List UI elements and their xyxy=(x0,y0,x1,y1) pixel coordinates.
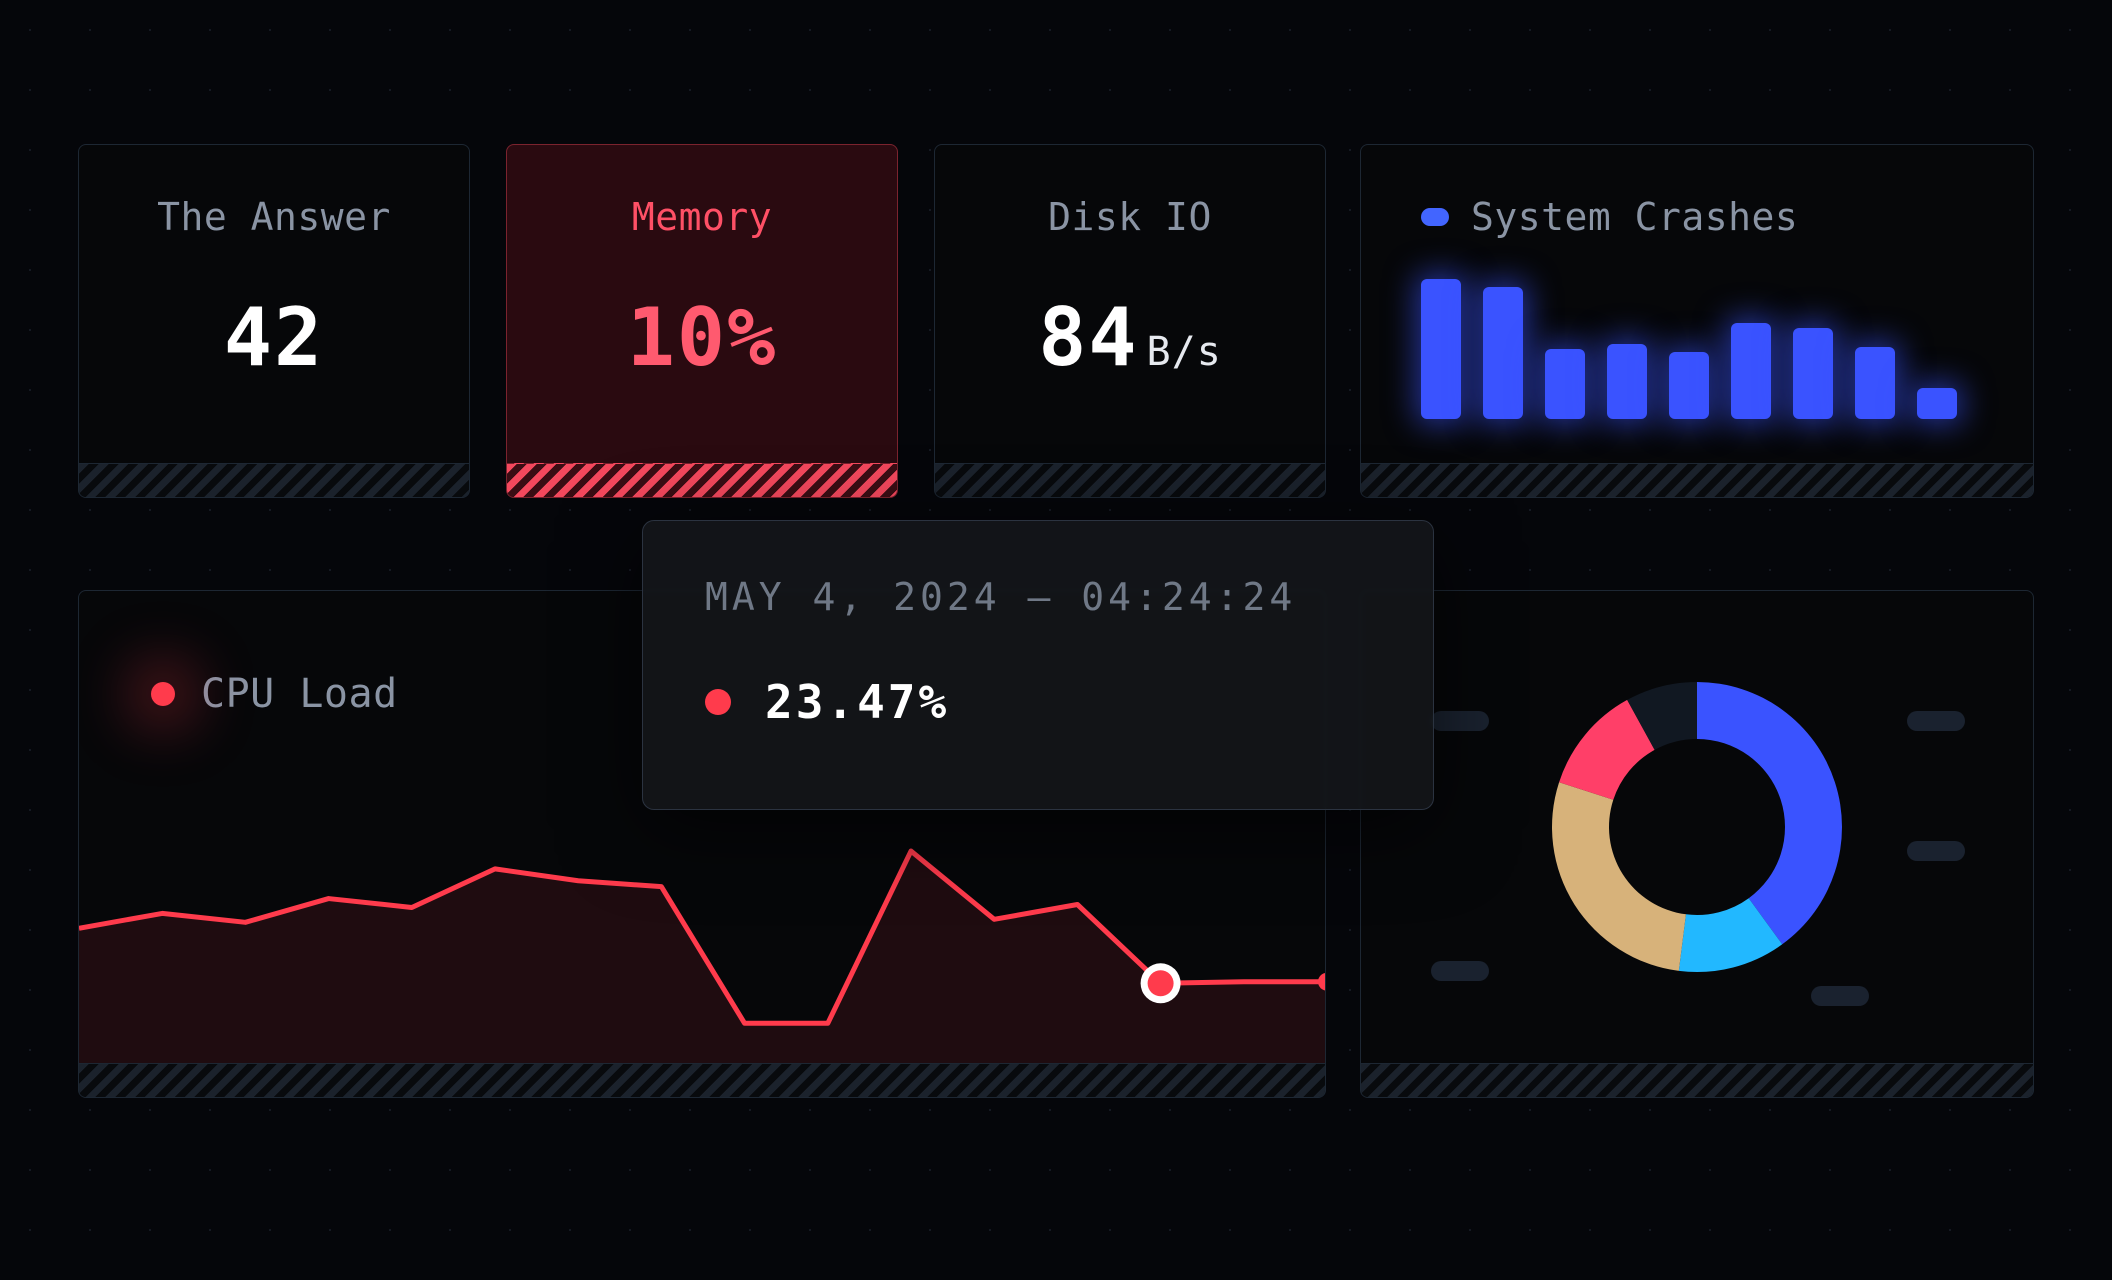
card-footer-stripe xyxy=(1361,1063,2033,1097)
stat-title: Disk IO xyxy=(935,195,1325,239)
stat-card-memory[interactable]: Memory 10% xyxy=(506,144,898,498)
chart-title: System Crashes xyxy=(1471,195,1798,239)
bar xyxy=(1731,323,1771,419)
stat-title: Memory xyxy=(507,195,897,239)
chart-card-system-crashes[interactable]: System Crashes xyxy=(1360,144,2034,498)
donut-chart xyxy=(1532,662,1862,992)
card-footer-stripe xyxy=(1361,463,2033,497)
stat-card-diskio[interactable]: Disk IO 84B/s xyxy=(934,144,1326,498)
stat-number: 84 xyxy=(1038,291,1138,384)
bar xyxy=(1483,287,1523,419)
card-footer-stripe xyxy=(935,463,1325,497)
card-footer-stripe xyxy=(507,463,897,497)
legend-pill xyxy=(1431,961,1489,981)
card-footer-stripe xyxy=(79,1063,1325,1097)
legend-pill xyxy=(1907,841,1965,861)
chart-tooltip: MAY 4, 2024 — 04:24:24 23.47% xyxy=(642,520,1434,810)
legend-pill xyxy=(1431,711,1489,731)
stat-unit: B/s xyxy=(1147,329,1222,375)
legend-pill xyxy=(1907,711,1965,731)
card-footer-stripe xyxy=(79,463,469,497)
tooltip-timestamp: MAY 4, 2024 — 04:24:24 xyxy=(705,575,1371,619)
bar-chart xyxy=(1361,279,2033,419)
bar xyxy=(1917,388,1957,419)
bar xyxy=(1793,328,1833,419)
stat-value: 42 xyxy=(79,291,469,384)
tooltip-value: 23.47% xyxy=(765,675,949,729)
bar xyxy=(1855,347,1895,419)
series-dot-icon xyxy=(705,689,731,715)
legend-dot-icon xyxy=(151,682,175,706)
stat-value: 84B/s xyxy=(935,291,1325,384)
chart-card-donut[interactable] xyxy=(1360,590,2034,1098)
bar xyxy=(1545,349,1585,419)
chart-title: CPU Load xyxy=(201,671,398,717)
legend-dot-icon xyxy=(1421,208,1449,226)
bar xyxy=(1669,352,1709,419)
bar xyxy=(1421,279,1461,419)
stat-value: 10% xyxy=(507,291,897,384)
bar xyxy=(1607,344,1647,419)
stat-card-answer[interactable]: The Answer 42 xyxy=(78,144,470,498)
stat-title: The Answer xyxy=(79,195,469,239)
legend-pill xyxy=(1811,986,1869,1006)
